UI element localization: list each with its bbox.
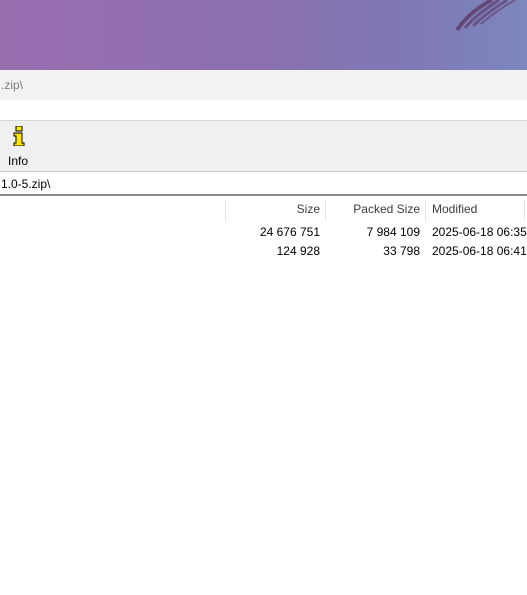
column-header-size[interactable]: Size (226, 197, 320, 222)
info-button[interactable]: Info (2, 124, 38, 168)
column-separator[interactable] (425, 199, 426, 221)
column-header-modified[interactable]: Modified (432, 197, 522, 222)
cell-packed-size: 33 798 (383, 244, 420, 258)
address-path: 1.0-5.zip\ (1, 177, 51, 191)
column-header-row: Size Packed Size Modified (0, 197, 527, 222)
column-separator[interactable] (524, 199, 525, 221)
window-gap (0, 100, 527, 120)
cell-modified: 2025-06-18 06:35 (432, 225, 527, 239)
desktop-wallpaper (0, 0, 527, 70)
cell-size: 124 928 (276, 244, 320, 258)
info-icon (12, 125, 26, 149)
address-bar[interactable]: 1.0-5.zip\ (0, 173, 527, 196)
table-row[interactable]: 24 676 751 7 984 109 2025-06-18 06:35 (0, 222, 527, 242)
palm-leaf-decoration (455, 0, 516, 32)
column-header-packed-size[interactable]: Packed Size (326, 197, 420, 222)
info-button-label: Info (8, 154, 29, 168)
cell-modified: 2025-06-18 06:41 (432, 244, 527, 258)
cell-size: 24 676 751 (259, 225, 320, 239)
window-title-bar: .zip\ (0, 70, 527, 100)
file-list[interactable]: Size Packed Size Modified 24 676 751 7 9… (0, 197, 527, 595)
table-row[interactable]: 124 928 33 798 2025-06-18 06:41 (0, 241, 527, 261)
cell-packed-size: 7 984 109 (366, 225, 420, 239)
toolbar: Info (0, 120, 527, 172)
window-title: .zip\ (1, 78, 24, 92)
